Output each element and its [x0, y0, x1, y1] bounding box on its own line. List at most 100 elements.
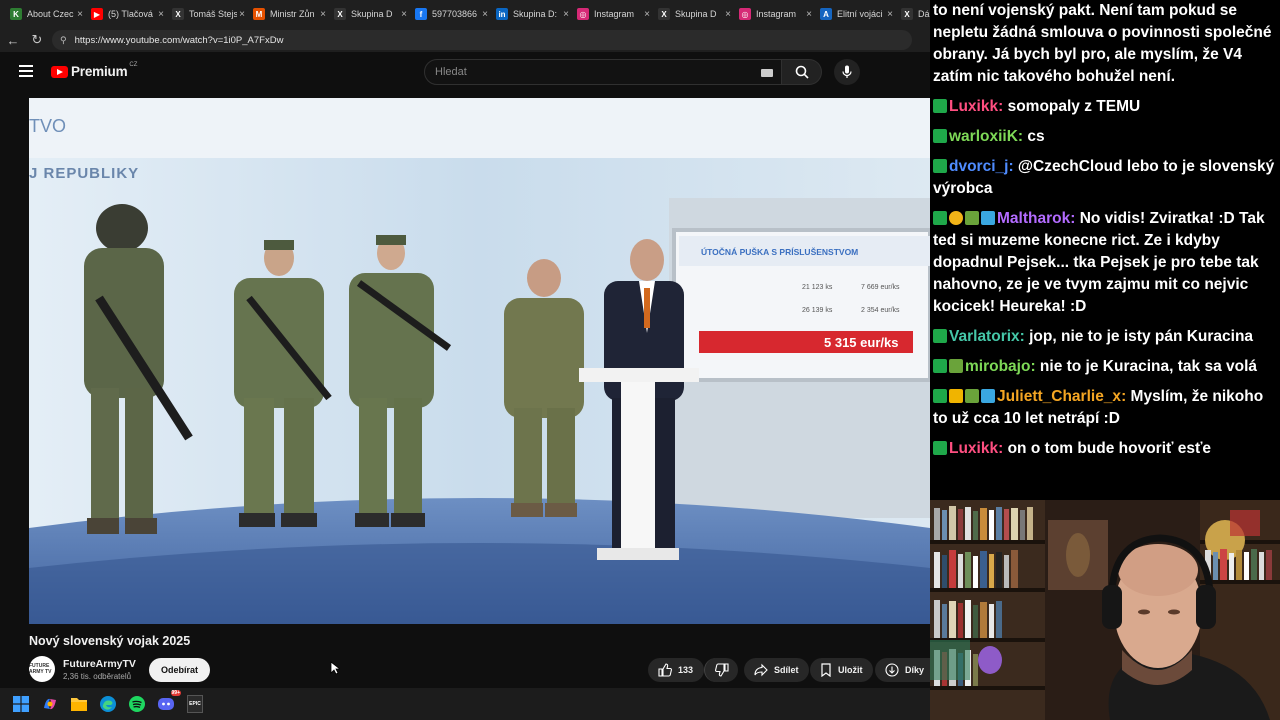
search-button[interactable]	[782, 59, 822, 85]
subscriber-count: 2,36 tis. odběratelů	[63, 672, 132, 681]
slide-row-2-b: 2 354 eur/ks	[861, 307, 900, 314]
tab-close-icon[interactable]: ×	[158, 9, 164, 20]
chat-text: nie to je Kuracina, tak sa volá	[1039, 358, 1258, 375]
microphone-icon	[842, 65, 852, 78]
tab-close-icon[interactable]: ×	[482, 9, 488, 20]
tab-title: 597703866	[432, 9, 478, 19]
video-title: Nový slovenský vojak 2025	[29, 634, 191, 648]
leaf-badge-icon	[965, 389, 979, 403]
chat-message: mirobajo: nie to je Kuracina, tak sa vol…	[933, 356, 1276, 378]
tab-close-icon[interactable]: ×	[401, 9, 407, 20]
save-icon	[821, 663, 831, 677]
tab-close-icon[interactable]: ×	[806, 9, 812, 20]
file-explorer-icon[interactable]	[68, 693, 90, 715]
mouse-cursor-icon	[330, 661, 340, 675]
subscribe-button[interactable]: Odebírat	[149, 658, 211, 682]
thanks-label: Díky	[905, 665, 925, 675]
browser-tab[interactable]: in Skupina D: ×	[492, 3, 573, 25]
dislike-button[interactable]	[704, 658, 738, 682]
share-button[interactable]: Sdílet	[744, 658, 809, 682]
chat-separator: :	[1017, 128, 1028, 145]
tab-title: Ministr Zůn	[270, 9, 315, 19]
tab-title: Tomáš Stejs	[189, 9, 238, 19]
windows-start-icon[interactable]	[10, 693, 32, 715]
leaf-badge-icon	[965, 211, 979, 225]
tab-close-icon[interactable]: ×	[239, 9, 245, 20]
tab-favicon-x-icon: X	[334, 8, 346, 20]
chat-text: somopaly z TEMU	[1007, 98, 1141, 115]
copilot-icon[interactable]	[39, 693, 61, 715]
tab-close-icon[interactable]: ×	[644, 9, 650, 20]
reload-button[interactable]: ↻	[26, 29, 48, 51]
back-button[interactable]: ←	[2, 29, 24, 51]
chat-separator: :	[998, 440, 1008, 457]
hamburger-menu-icon[interactable]	[19, 65, 33, 77]
keyboard-icon[interactable]	[761, 69, 773, 77]
channel-name[interactable]: FutureArmyTV	[63, 658, 136, 670]
tab-title: Skupina D:	[513, 9, 558, 19]
save-button[interactable]: Uložit	[810, 658, 873, 682]
url-text: https://www.youtube.com/watch?v=1i0P_A7F…	[74, 34, 284, 46]
tab-title: Elitní vojáci	[837, 9, 883, 19]
streamer-webcam	[930, 500, 1280, 720]
browser-tab[interactable]: K About Czec ×	[6, 3, 87, 25]
url-field[interactable]: ⚲ https://www.youtube.com/watch?v=1i0P_A…	[52, 30, 912, 50]
tab-title: Instagram	[594, 9, 635, 19]
tab-favicon-facebook-icon: f	[415, 8, 427, 20]
kick-badge-icon	[933, 211, 947, 225]
browser-tab[interactable]: X Tomáš Stejs ×	[168, 3, 249, 25]
chat-username[interactable]: Varlatorix	[949, 328, 1020, 345]
like-button[interactable]: 133	[648, 658, 704, 682]
youtube-play-icon	[51, 65, 68, 78]
browser-tab[interactable]: ◎ Instagram ×	[573, 3, 654, 25]
chat-message: Juliett_Charlie_x: Myslím, že nikoho to …	[933, 386, 1276, 430]
site-info-icon[interactable]: ⚲	[60, 35, 67, 46]
logo-text: Premium	[71, 64, 128, 79]
tab-title: Instagram	[756, 9, 797, 19]
kick-badge-icon	[933, 359, 947, 373]
browser-tab[interactable]: A Elitní vojáci ×	[816, 3, 897, 25]
tab-close-icon[interactable]: ×	[725, 9, 731, 20]
thanks-button[interactable]: Díky	[875, 658, 930, 682]
chat-username[interactable]: dvorci_j	[949, 158, 1008, 175]
browser-tab[interactable]: M Ministr Zůn ×	[249, 3, 330, 25]
browser-tab[interactable]: ◎ Instagram ×	[735, 3, 816, 25]
browser-tab[interactable]: X Skupina D ×	[654, 3, 735, 25]
browser-tab[interactable]: XDár×	[897, 3, 930, 25]
tab-favicon-a-icon: A	[820, 8, 832, 20]
chat-username[interactable]: Luxikk	[949, 98, 998, 115]
tab-close-icon[interactable]: ×	[563, 9, 569, 20]
voice-search-button[interactable]	[834, 59, 860, 85]
tab-close-icon[interactable]: ×	[320, 9, 326, 20]
share-label: Sdílet	[774, 665, 799, 675]
webcam-feed	[930, 500, 1280, 720]
chat-username[interactable]: Maltharok	[997, 210, 1070, 227]
channel-row: FUTURE ARMY TV FutureArmyTV 2,36 tis. od…	[29, 656, 930, 684]
tab-favicon-x-icon: X	[658, 8, 670, 20]
video-player[interactable]: TVO J REPUBLIKY ÚTOČNÁ PUŠKA S PRÍSLUŠEN…	[29, 98, 930, 624]
search-placeholder: Hledat	[435, 66, 467, 78]
leaf-badge-icon	[949, 359, 963, 373]
youtube-premium-logo[interactable]: Premium CZ	[51, 62, 137, 79]
address-bar: ← ↻ ⚲ https://www.youtube.com/watch?v=1i…	[0, 28, 930, 52]
channel-avatar[interactable]: FUTURE ARMY TV	[29, 656, 55, 682]
chat-username[interactable]: Luxikk	[949, 440, 998, 457]
tab-close-icon[interactable]: ×	[887, 9, 893, 20]
edge-icon[interactable]	[97, 693, 119, 715]
search-input[interactable]: Hledat	[424, 59, 782, 85]
epic-games-icon[interactable]: EPIC	[184, 693, 206, 715]
chat-username[interactable]: warloxiiK	[949, 128, 1018, 145]
thumbs-down-icon	[714, 663, 729, 677]
browser-tab[interactable]: X Skupina D ×	[330, 3, 411, 25]
discord-notification-badge: 99+	[170, 690, 181, 696]
chat-message: dvorci_j: @CzechCloud lebo to je slovens…	[933, 156, 1276, 200]
tab-favicon-k-icon: K	[10, 8, 22, 20]
tab-close-icon[interactable]: ×	[77, 9, 83, 20]
chat-username[interactable]: Juliett_Charlie_x	[997, 388, 1121, 405]
spotify-icon[interactable]	[126, 693, 148, 715]
chat-text: on o tom bude hovoriť esťe	[1007, 440, 1212, 457]
discord-icon[interactable]: 99+	[155, 690, 181, 715]
browser-tab[interactable]: ▶ (5) Tlačová ×	[87, 3, 168, 25]
chat-username[interactable]: mirobajo	[965, 358, 1030, 375]
browser-tab[interactable]: f 597703866 ×	[411, 3, 492, 25]
